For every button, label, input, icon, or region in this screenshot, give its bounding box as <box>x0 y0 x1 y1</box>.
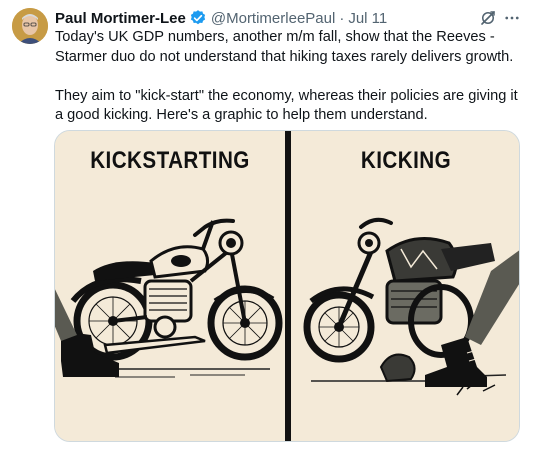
tweet-date[interactable]: Jul 11 <box>348 10 387 27</box>
motorcycle-kickstart-illustration <box>55 218 283 378</box>
tweet-header: Paul Mortimer-Lee @MortimerleePaul · Jul… <box>55 8 387 28</box>
panel-kickstarting: KICKSTARTING <box>55 131 285 441</box>
grok-icon[interactable] <box>479 9 497 27</box>
author-handle[interactable]: @MortimerleePaul <box>211 10 335 27</box>
tweet-image[interactable]: KICKSTARTING KICKING <box>54 130 520 442</box>
panel-kicking: KICKING <box>291 131 519 441</box>
tweet-text: Today's UK GDP numbers, another m/m fall… <box>55 28 520 126</box>
tweet-paragraph-1: Today's UK GDP numbers, another m/m fall… <box>55 29 514 65</box>
tweet-paragraph-2: They aim to "kick-start" the economy, wh… <box>55 87 518 124</box>
author-name[interactable]: Paul Mortimer-Lee <box>55 10 186 27</box>
more-options-icon[interactable] <box>503 9 521 27</box>
avatar[interactable] <box>12 8 48 44</box>
separator-dot: · <box>339 9 345 27</box>
motorcycle-kicked-illustration <box>303 217 519 396</box>
verified-badge-icon <box>189 9 207 27</box>
